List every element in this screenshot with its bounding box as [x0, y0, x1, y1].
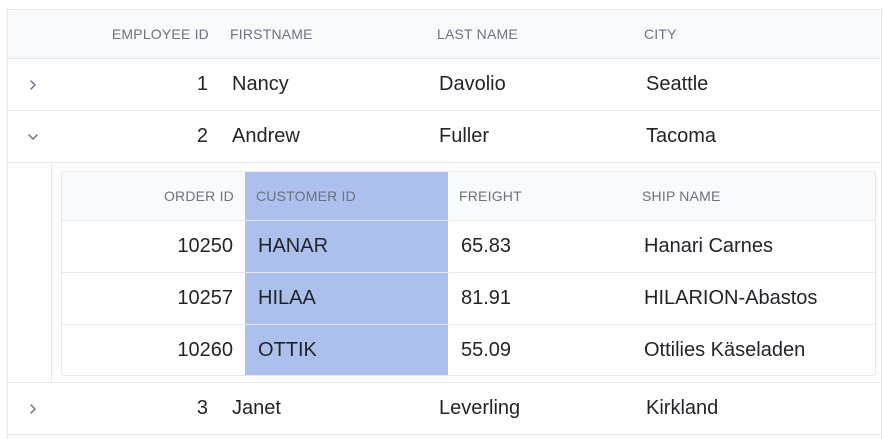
column-header-city[interactable]: CITY	[644, 10, 677, 58]
freight-cell: 55.09	[461, 339, 512, 361]
column-header-ship-name[interactable]: SHIP NAME	[642, 172, 721, 220]
customer-id-cell[interactable]: HILAA	[258, 273, 316, 324]
last-name-cell: Fuller	[439, 125, 490, 147]
freight-cell: 65.83	[461, 235, 512, 257]
collapse-row-button[interactable]	[22, 111, 44, 162]
column-header-firstname[interactable]: FIRSTNAME	[230, 10, 313, 58]
firstname-cell: Janet	[232, 397, 281, 419]
chevron-right-icon	[30, 79, 36, 90]
expand-row-button[interactable]	[22, 59, 44, 110]
row-detail-area: ORDER ID CUSTOMER ID FREIGHT SHIP NAME 1…	[8, 163, 881, 383]
employee-grid: EMPLOYEE ID FIRSTNAME LAST NAME CITY 1 N…	[7, 9, 882, 439]
employee-id-cell: 2	[196, 125, 208, 147]
column-header-employee-id[interactable]: EMPLOYEE ID	[68, 10, 209, 58]
ship-name-cell: Ottilies Käseladen	[644, 339, 806, 361]
city-cell: Kirkland	[646, 397, 719, 419]
column-header-order-id[interactable]: ORDER ID	[102, 172, 234, 220]
order-id-cell: 10257	[177, 287, 233, 309]
column-header-last-name[interactable]: LAST NAME	[437, 10, 518, 58]
detail-indent	[8, 163, 52, 382]
firstname-cell: Andrew	[232, 125, 300, 147]
order-id-cell: 10250	[177, 235, 233, 257]
table-row[interactable]: 2 Andrew Fuller Tacoma	[8, 111, 881, 163]
firstname-cell: Nancy	[232, 73, 289, 95]
last-name-cell: Leverling	[439, 397, 521, 419]
last-name-cell: Davolio	[439, 73, 506, 95]
ship-name-cell: Hanari Carnes	[644, 235, 773, 257]
ship-name-cell: HILARION-Abastos	[644, 287, 818, 309]
city-cell: Tacoma	[646, 125, 717, 147]
column-header-freight[interactable]: FREIGHT	[459, 172, 522, 220]
expand-row-button[interactable]	[22, 383, 44, 434]
order-id-cell: 10260	[177, 339, 233, 361]
employee-id-cell: 1	[196, 73, 208, 95]
table-row[interactable]: 10260 OTTIK 55.09 Ottilies Käseladen	[62, 325, 875, 375]
table-row[interactable]: 10250 HANAR 65.83 Hanari Carnes	[62, 221, 875, 273]
freight-cell: 81.91	[461, 287, 512, 309]
column-header-customer-id[interactable]: CUSTOMER ID	[256, 172, 356, 220]
table-row[interactable]: 10257 HILAA 81.91 HILARION-Abastos	[62, 273, 875, 325]
city-cell: Seattle	[646, 73, 709, 95]
table-row[interactable]: 3 Janet Leverling Kirkland	[8, 383, 881, 435]
table-row[interactable]: 1 Nancy Davolio Seattle	[8, 59, 881, 111]
customer-id-cell[interactable]: OTTIK	[258, 325, 317, 375]
chevron-down-icon	[28, 133, 38, 140]
chevron-right-icon	[30, 403, 36, 414]
child-orders-grid: ORDER ID CUSTOMER ID FREIGHT SHIP NAME 1…	[61, 171, 876, 376]
child-grid-header: ORDER ID CUSTOMER ID FREIGHT SHIP NAME	[62, 172, 875, 221]
employee-id-cell: 3	[196, 397, 208, 419]
grid-header: EMPLOYEE ID FIRSTNAME LAST NAME CITY	[8, 10, 881, 59]
customer-id-cell[interactable]: HANAR	[258, 221, 328, 272]
